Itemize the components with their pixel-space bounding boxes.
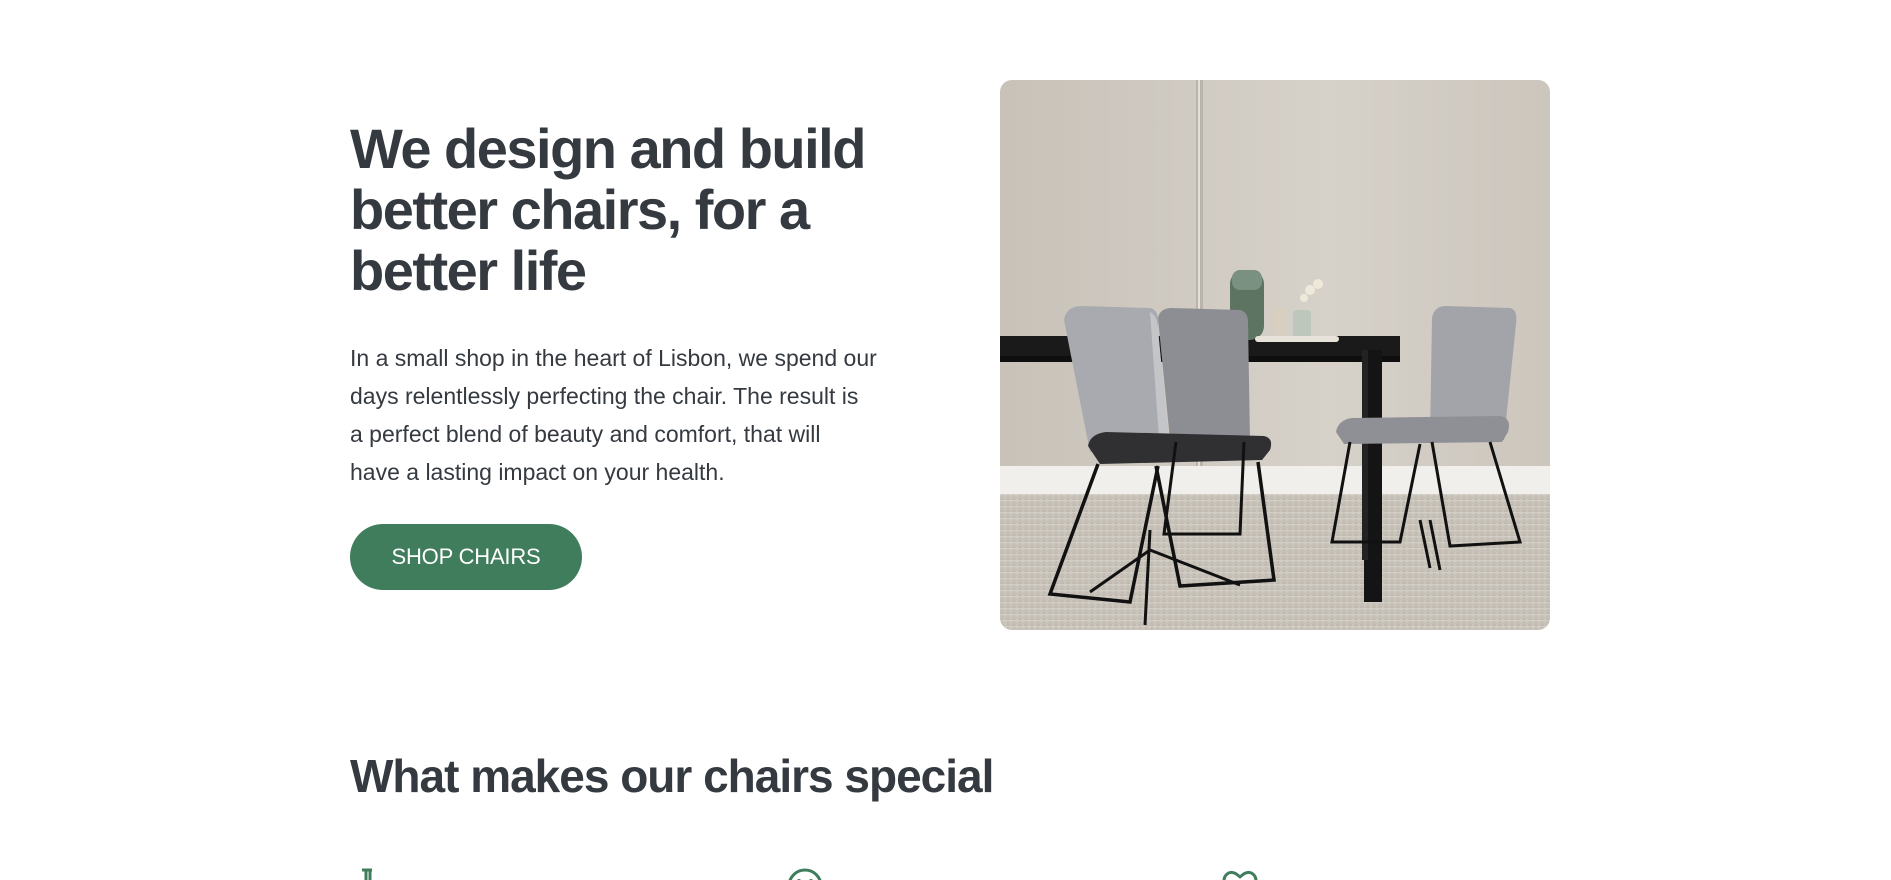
heart-icon <box>1222 870 1258 880</box>
dining-room-photo <box>1000 80 1550 630</box>
hero-description-line: a perfect blend of beauty and comfort, t… <box>350 421 821 447</box>
hero-title-line: better life <box>350 239 587 302</box>
flask-icon <box>362 868 372 880</box>
landing-page: We design and build better chairs, for a… <box>0 0 1891 880</box>
hero-text-block: We design and build better chairs, for a… <box>350 118 910 491</box>
hero-description-line: have a lasting impact on your health. <box>350 459 725 485</box>
smile-icon <box>788 868 822 880</box>
hero-title: We design and build better chairs, for a… <box>350 118 910 301</box>
hero-description: In a small shop in the heart of Lisbon, … <box>350 339 910 491</box>
features-title: What makes our chairs special <box>350 750 994 802</box>
hero-title-line: We design and build <box>350 117 866 180</box>
hero-image <box>1000 80 1550 630</box>
hero-description-line: days relentlessly perfecting the chair. … <box>350 383 859 409</box>
hero-title-line: better chairs, for a <box>350 178 810 241</box>
shop-chairs-button[interactable]: SHOP CHAIRS <box>350 524 582 590</box>
hero-description-line: In a small shop in the heart of Lisbon, … <box>350 345 877 371</box>
